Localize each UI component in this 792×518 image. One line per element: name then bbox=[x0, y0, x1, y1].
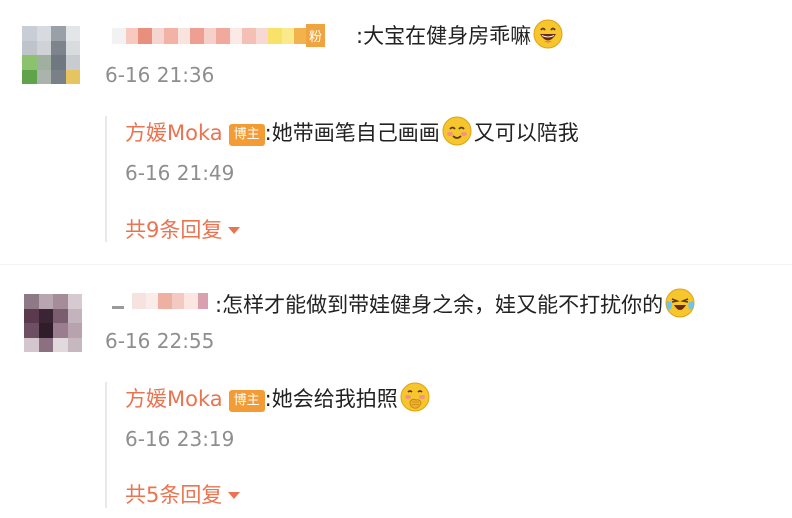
comment-body: :大宝在健身房乖嘛 bbox=[356, 24, 532, 48]
reply-text: 方媛Moka 博主:她会给我拍照 bbox=[125, 382, 430, 413]
reply-body: :她会给我拍照 bbox=[264, 387, 398, 411]
reply-thread-line bbox=[105, 116, 107, 242]
reply-timestamp: 6-16 21:49 bbox=[125, 161, 235, 185]
view-more-replies-link[interactable]: 共5条回复 bbox=[125, 482, 241, 508]
comment-body: :怎样才能做到带娃健身之余，娃又能不打扰你的 bbox=[215, 293, 664, 317]
more-replies-label: 共9条回复 bbox=[125, 218, 223, 242]
reply-timestamp: 6-16 23:19 bbox=[125, 427, 235, 451]
username-mosaic[interactable] bbox=[112, 293, 208, 309]
chevron-down-icon bbox=[228, 492, 241, 499]
more-replies-label: 共5条回复 bbox=[125, 483, 223, 507]
chevron-down-icon bbox=[228, 227, 241, 234]
reply-text: 方媛Moka 博主:她带画笔自己画画 又可以陪我 bbox=[125, 116, 579, 147]
author-badge: 博主 bbox=[228, 390, 265, 412]
reply-thread-line bbox=[105, 382, 107, 508]
view-more-replies-link[interactable]: 共9条回复 bbox=[125, 217, 241, 243]
author-badge: 博主 bbox=[228, 124, 265, 146]
laughing-emoji-icon bbox=[533, 19, 563, 49]
reply-author-link[interactable]: 方媛Moka bbox=[125, 387, 223, 411]
comment-text: :大宝在健身房乖嘛 bbox=[356, 19, 563, 50]
avatar[interactable] bbox=[22, 26, 80, 84]
comment-thread: 粉 :大宝在健身房乖嘛 6-16 21:36 方媛Moka 博主:她带画笔自己画画… bbox=[0, 0, 792, 518]
crying-laughing-emoji-icon bbox=[665, 288, 695, 318]
reply-body: :她带画笔自己画画 bbox=[264, 121, 440, 145]
comment-text: :怎样才能做到带娃健身之余，娃又能不打扰你的 bbox=[215, 288, 695, 319]
blush-emoji-icon bbox=[442, 116, 472, 146]
reply-body-continued: 又可以陪我 bbox=[473, 121, 579, 145]
username-fragment: 粉 bbox=[306, 24, 326, 47]
username-mosaic[interactable]: 粉 bbox=[112, 24, 326, 47]
avatar[interactable] bbox=[24, 294, 82, 352]
reply-author-link[interactable]: 方媛Moka bbox=[125, 121, 223, 145]
divider bbox=[0, 264, 792, 265]
comment-timestamp: 6-16 21:36 bbox=[105, 63, 215, 87]
shy-giggle-emoji-icon bbox=[400, 382, 430, 412]
comment-timestamp: 6-16 22:55 bbox=[105, 329, 215, 353]
